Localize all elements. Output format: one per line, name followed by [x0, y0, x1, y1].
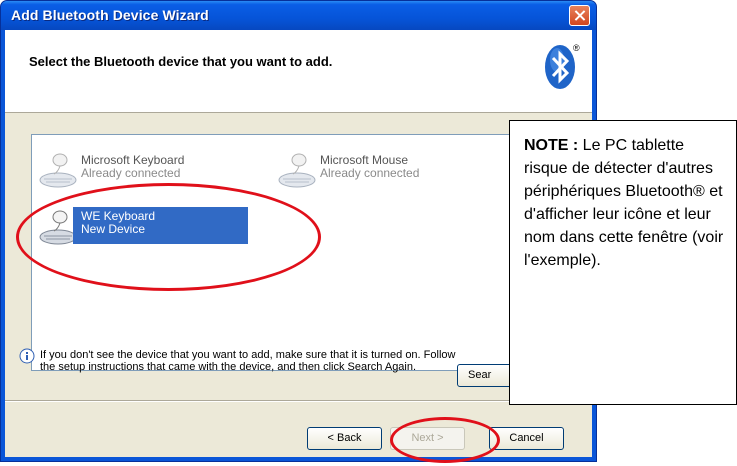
cancel-button[interactable]: Cancel: [489, 427, 564, 450]
note-label: NOTE :: [524, 137, 579, 154]
divider: [5, 400, 592, 402]
wizard-header: Select the Bluetooth device that you wan…: [5, 30, 592, 113]
info-icon: [19, 348, 35, 364]
device-status: Already connected: [320, 166, 420, 180]
annotation-ellipse-device: [16, 183, 321, 291]
help-text: If you don't see the device that you wan…: [40, 349, 456, 373]
page-title: Select the Bluetooth device that you wan…: [29, 54, 333, 69]
device-label: Microsoft Mouse Already connected: [320, 154, 419, 180]
bluetooth-logo-icon: ®: [545, 43, 580, 89]
annotation-ellipse-next: [390, 417, 500, 463]
mouse-icon: [278, 153, 316, 188]
device-item[interactable]: Microsoft Mouse Already connected: [277, 150, 477, 190]
keyboard-icon: [39, 153, 77, 188]
close-button[interactable]: [569, 5, 590, 26]
window-title: Add Bluetooth Device Wizard: [11, 7, 209, 23]
device-label: Microsoft Keyboard Already connected: [81, 154, 184, 180]
note-callout: NOTE : Le PC tablette risque de détecter…: [509, 120, 737, 405]
note-text: Le PC tablette risque de détecter d'autr…: [524, 137, 724, 269]
back-button[interactable]: < Back: [307, 427, 382, 450]
svg-text:®: ®: [573, 43, 580, 53]
title-bar: Add Bluetooth Device Wizard: [1, 1, 596, 30]
device-status: Already connected: [81, 166, 181, 180]
